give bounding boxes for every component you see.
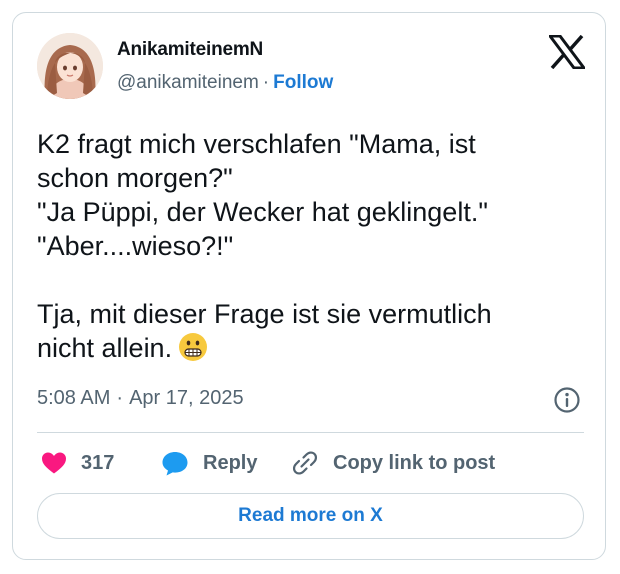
info-icon[interactable]: [553, 386, 581, 414]
author-avatar[interactable]: [37, 33, 103, 99]
post-text-container: K2 fragt mich verschlafen "Mama, ist sch…: [37, 127, 585, 365]
author-handle[interactable]: @anikamiteinem: [117, 72, 259, 93]
like-count: 317: [81, 451, 115, 474]
post-text: K2 fragt mich verschlafen "Mama, ist sch…: [37, 129, 492, 363]
post-time: 5:08 AM: [37, 387, 111, 409]
x-logo-icon[interactable]: [547, 34, 587, 70]
divider: [37, 432, 584, 433]
reply-label: Reply: [203, 451, 258, 474]
embedded-post-card: AnikamiteinemN @anikamiteinem · Follow K2 …: [12, 12, 606, 560]
copy-link-button[interactable]: Copy link to post: [291, 449, 495, 477]
post-date: Apr 17, 2025: [129, 387, 244, 409]
like-button[interactable]: 317: [41, 449, 114, 477]
reply-button[interactable]: Reply: [161, 449, 257, 477]
author-display-name[interactable]: AnikamiteinemN: [117, 39, 263, 61]
read-more-button[interactable]: Read more on X: [37, 493, 584, 539]
follow-button[interactable]: Follow: [273, 72, 333, 93]
author-handle-row: @anikamiteinem · Follow: [117, 72, 333, 94]
post-timestamp[interactable]: 5:08 AM · Apr 17, 2025: [37, 387, 244, 410]
link-icon: [292, 451, 318, 475]
grimacing-face-icon: [178, 332, 208, 362]
copy-link-label: Copy link to post: [333, 451, 496, 474]
handle-separator: ·: [262, 72, 270, 93]
speech-bubble-icon: [162, 452, 188, 476]
read-more-label: Read more on X: [238, 505, 383, 526]
heart-icon: [42, 452, 66, 474]
timestamp-separator: ·: [116, 387, 124, 409]
